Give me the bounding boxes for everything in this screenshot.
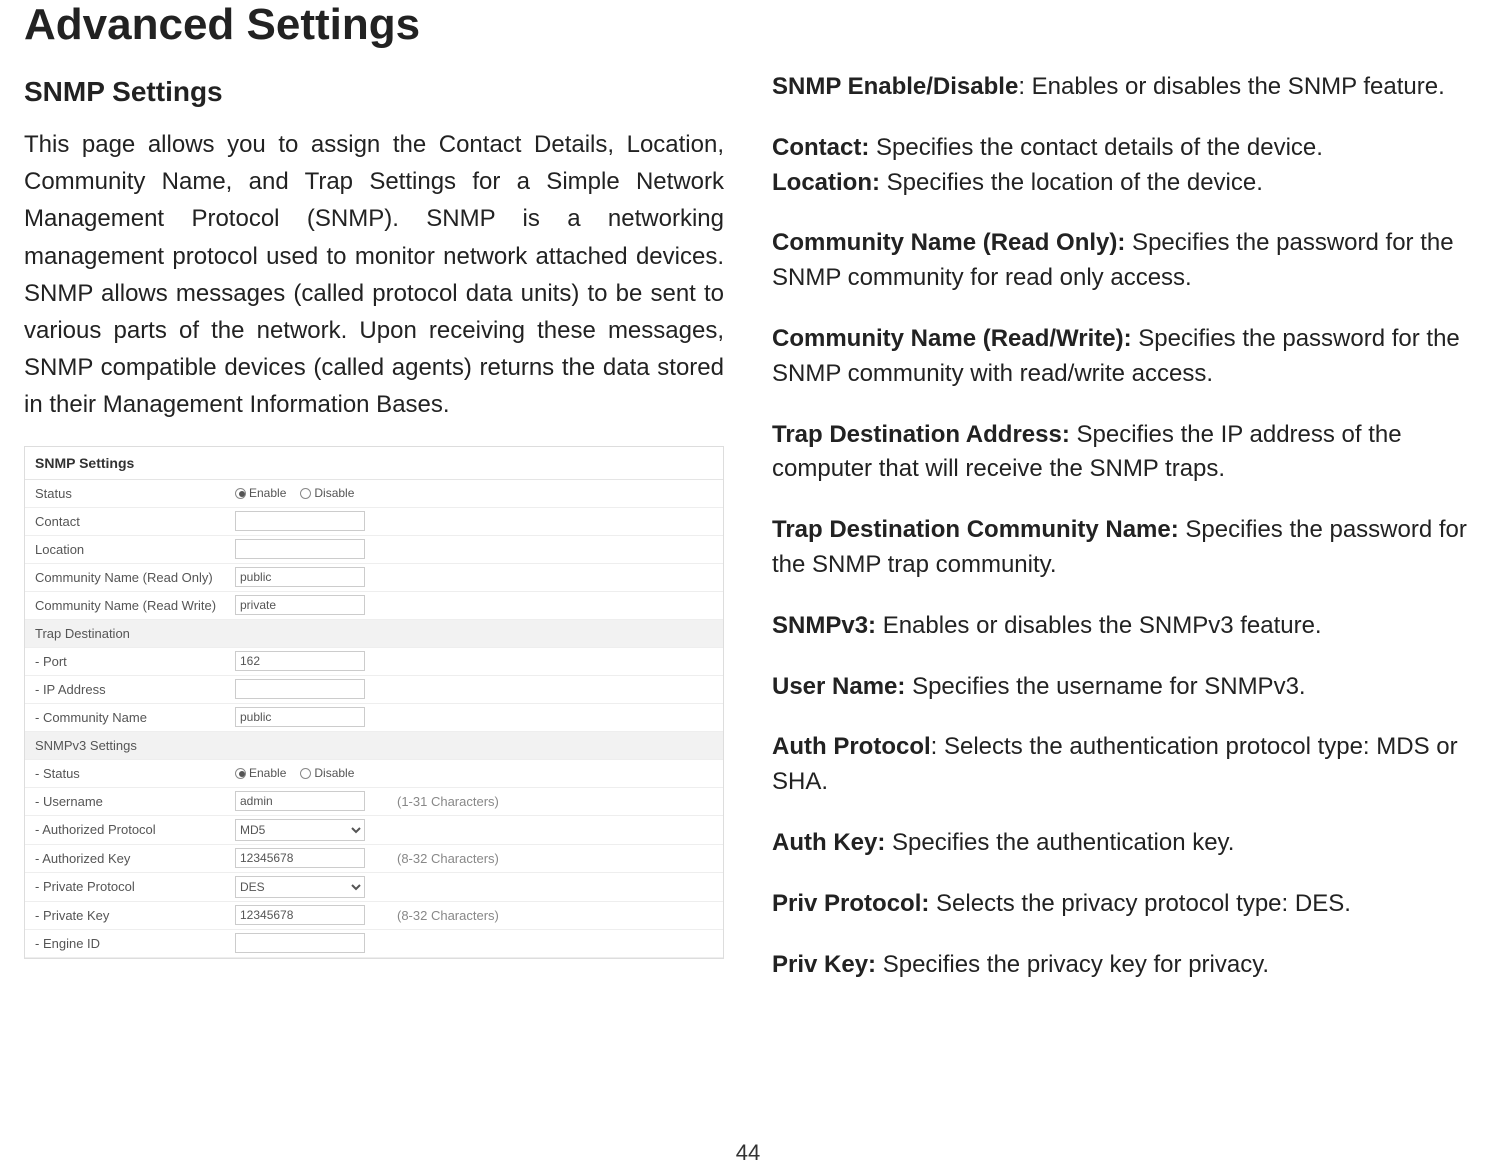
radio-icon <box>300 768 311 779</box>
label-trap-dest: Trap Destination <box>35 626 235 641</box>
label-username: - Username <box>35 794 235 809</box>
def-contact-location: Contact: Specifies the contact details o… <box>772 131 1472 201</box>
auth-proto-select[interactable]: MD5 <box>235 819 365 841</box>
right-column: SNMP Enable/Disable: Enables or disables… <box>772 58 1472 1162</box>
snmp-settings-panel: SNMP Settings Status Enable Disable Cont… <box>24 446 724 959</box>
snmp-row-comm-rw: Community Name (Read Write) <box>25 592 723 620</box>
snmp-row-status: Status Enable Disable <box>25 480 723 508</box>
label-engine: - Engine ID <box>35 936 235 951</box>
label-v3-status: - Status <box>35 766 235 781</box>
label-comm-rw: Community Name (Read Write) <box>35 598 235 613</box>
def-comm-ro: Community Name (Read Only): Specifies th… <box>772 226 1472 296</box>
snmp-row-auth-key: - Authorized Key (8-32 Characters) <box>25 845 723 873</box>
def-auth-proto: Auth Protocol: Selects the authenticatio… <box>772 730 1472 800</box>
auth-key-input[interactable] <box>235 848 365 868</box>
hint-auth-key: (8-32 Characters) <box>385 851 713 866</box>
def-priv-key: Priv Key: Specifies the privacy key for … <box>772 948 1472 983</box>
label-auth-key: - Authorized Key <box>35 851 235 866</box>
snmp-row-location: Location <box>25 536 723 564</box>
def-comm-rw: Community Name (Read/Write): Specifies t… <box>772 322 1472 392</box>
def-snmp-enable: SNMP Enable/Disable: Enables or disables… <box>772 70 1472 105</box>
priv-key-input[interactable] <box>235 905 365 925</box>
status-enable-radio[interactable]: Enable <box>235 486 286 500</box>
location-input[interactable] <box>235 539 365 559</box>
port-input[interactable] <box>235 651 365 671</box>
label-comm-ro: Community Name (Read Only) <box>35 570 235 585</box>
snmp-row-comm-name: - Community Name <box>25 704 723 732</box>
def-snmpv3: SNMPv3: Enables or disables the SNMPv3 f… <box>772 609 1472 644</box>
def-auth-key: Auth Key: Specifies the authentication k… <box>772 826 1472 861</box>
snmp-row-engine: - Engine ID <box>25 930 723 958</box>
comm-name-input[interactable] <box>235 707 365 727</box>
radio-icon <box>235 488 246 499</box>
engine-input[interactable] <box>235 933 365 953</box>
snmp-row-username: - Username (1-31 Characters) <box>25 788 723 816</box>
label-comm-name: - Community Name <box>35 710 235 725</box>
v3-disable-radio[interactable]: Disable <box>300 766 354 780</box>
snmp-row-priv-proto: - Private Protocol DES <box>25 873 723 902</box>
def-trap-addr: Trap Destination Address: Specifies the … <box>772 418 1472 488</box>
def-username: User Name: Specifies the username for SN… <box>772 670 1472 705</box>
page-number: 44 <box>736 1140 760 1166</box>
radio-icon <box>300 488 311 499</box>
ip-input[interactable] <box>235 679 365 699</box>
hint-username: (1-31 Characters) <box>385 794 713 809</box>
priv-proto-select[interactable]: DES <box>235 876 365 898</box>
comm-rw-input[interactable] <box>235 595 365 615</box>
label-contact: Contact <box>35 514 235 529</box>
label-status: Status <box>35 486 235 501</box>
username-input[interactable] <box>235 791 365 811</box>
left-column: SNMP Settings This page allows you to as… <box>24 58 724 1162</box>
hint-priv-key: (8-32 Characters) <box>385 908 713 923</box>
radio-icon <box>235 768 246 779</box>
def-trap-comm: Trap Destination Community Name: Specifi… <box>772 513 1472 583</box>
status-disable-radio[interactable]: Disable <box>300 486 354 500</box>
comm-ro-input[interactable] <box>235 567 365 587</box>
label-location: Location <box>35 542 235 557</box>
snmp-description: This page allows you to assign the Conta… <box>24 126 724 424</box>
page-title: Advanced Settings <box>0 0 1496 58</box>
snmp-row-priv-key: - Private Key (8-32 Characters) <box>25 902 723 930</box>
label-priv-proto: - Private Protocol <box>35 879 235 894</box>
snmp-row-comm-ro: Community Name (Read Only) <box>25 564 723 592</box>
content-columns: SNMP Settings This page allows you to as… <box>0 58 1496 1162</box>
v3-enable-radio[interactable]: Enable <box>235 766 286 780</box>
snmp-settings-heading: SNMP Settings <box>24 76 724 108</box>
label-port: - Port <box>35 654 235 669</box>
snmp-row-ip: - IP Address <box>25 676 723 704</box>
snmp-row-v3-settings: SNMPv3 Settings <box>25 732 723 760</box>
snmp-row-port: - Port <box>25 648 723 676</box>
contact-input[interactable] <box>235 511 365 531</box>
snmp-panel-header: SNMP Settings <box>25 447 723 480</box>
snmp-row-trap-dest: Trap Destination <box>25 620 723 648</box>
snmp-row-contact: Contact <box>25 508 723 536</box>
snmp-row-auth-proto: - Authorized Protocol MD5 <box>25 816 723 845</box>
label-v3-settings: SNMPv3 Settings <box>35 738 235 753</box>
def-priv-proto: Priv Protocol: Selects the privacy proto… <box>772 887 1472 922</box>
label-auth-proto: - Authorized Protocol <box>35 822 235 837</box>
label-priv-key: - Private Key <box>35 908 235 923</box>
snmp-row-v3-status: - Status Enable Disable <box>25 760 723 788</box>
label-ip: - IP Address <box>35 682 235 697</box>
